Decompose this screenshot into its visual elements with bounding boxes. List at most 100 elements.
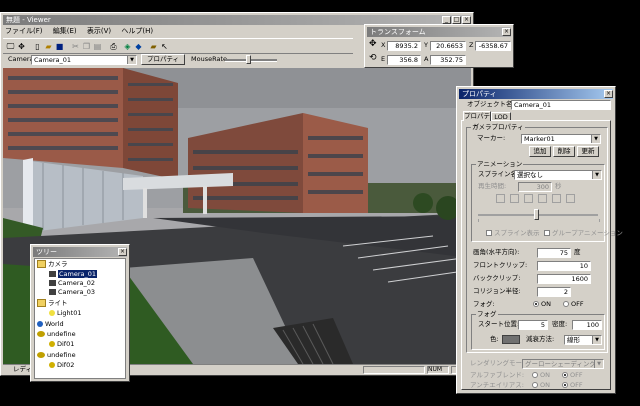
copy-icon[interactable]: ❐	[82, 42, 91, 51]
add-button[interactable]: 追加	[529, 146, 551, 157]
aa-off-dot[interactable]	[562, 382, 568, 388]
properties-titlebar[interactable]: プロパティ ×	[459, 89, 613, 99]
tree-item-undefine-2[interactable]: undefine	[37, 351, 76, 360]
tab-properties[interactable]: プロパティ	[463, 111, 491, 129]
play-button[interactable]	[524, 194, 533, 203]
marker-select[interactable]: Marker01 ▼	[521, 134, 601, 144]
object-name-field[interactable]: Camera_01	[511, 100, 611, 110]
monitor-icon[interactable]: 🖵	[6, 42, 15, 51]
menu-view[interactable]: 表示(V)	[87, 27, 111, 35]
cut-icon[interactable]: ✂	[71, 42, 80, 51]
fog-on-radio[interactable]: ON	[533, 300, 551, 309]
chevron-down-icon[interactable]: ▼	[594, 360, 603, 368]
pointer-icon[interactable]: ✥	[17, 42, 26, 51]
move-icon: ✥	[369, 39, 377, 49]
group-anim-checkbox[interactable]: グループアニメーション	[544, 229, 623, 238]
front-clip-field[interactable]: 10	[537, 261, 591, 271]
density-field[interactable]: 100	[572, 320, 602, 330]
chevron-down-icon[interactable]: ▼	[127, 56, 136, 64]
fog-color-swatch[interactable]	[502, 335, 520, 344]
chevron-down-icon[interactable]: ▼	[592, 336, 601, 344]
alpha-on-radio[interactable]: ON	[532, 371, 550, 380]
z-field[interactable]: -6358.67	[475, 41, 511, 51]
tree-item-camera-02[interactable]: Camera_02	[49, 279, 95, 288]
tree-titlebar[interactable]: ツリー ×	[33, 247, 127, 257]
menu-edit[interactable]: 編集(E)	[53, 27, 77, 35]
menu-file[interactable]: ファイル(F)	[5, 27, 43, 35]
alpha-on-dot[interactable]	[532, 372, 538, 378]
open-folder-icon[interactable]: ▰	[44, 42, 53, 51]
camera-select[interactable]: Camera_01 ▼	[31, 55, 137, 65]
update-button[interactable]: 更新	[577, 146, 599, 157]
y-field[interactable]: 20.6653	[430, 41, 466, 51]
time-slider[interactable]	[478, 209, 598, 220]
properties-close-button[interactable]: ×	[604, 90, 613, 98]
fog-on-radio-dot[interactable]	[533, 301, 539, 307]
group-anim-check[interactable]	[544, 230, 550, 236]
aa-on-radio[interactable]: ON	[532, 381, 550, 390]
attn-select[interactable]: 線形 ▼	[564, 335, 602, 345]
close-button[interactable]: ×	[462, 16, 471, 24]
tree-item-camera-01[interactable]: Camera_01	[49, 270, 98, 279]
mouserate-slider[interactable]	[225, 55, 277, 64]
x-field[interactable]: 8935.2	[387, 41, 421, 51]
tree-item-undefine-1[interactable]: undefine	[37, 330, 76, 339]
transform-titlebar[interactable]: トランスフォーム ×	[367, 27, 511, 37]
render-mode-select[interactable]: グーローシェーディング ▼	[522, 359, 604, 369]
tree-view[interactable]: カメラ Camera_01 Camera_02 Camera_03 ライト Li…	[34, 258, 126, 379]
transform-close-button[interactable]: ×	[502, 28, 511, 36]
tree-item-world[interactable]: World	[37, 320, 64, 329]
new-file-icon[interactable]: ▯	[33, 42, 42, 51]
fog-off-radio[interactable]: OFF	[563, 300, 584, 309]
mouserate-thumb[interactable]	[246, 55, 251, 64]
density-value: 100	[586, 321, 599, 329]
last-frame-button[interactable]	[566, 194, 575, 203]
properties-title: プロパティ	[462, 90, 497, 98]
spline-show-checkbox[interactable]: スプライン表示	[486, 229, 540, 238]
objects-icon[interactable]: ◆	[134, 42, 143, 51]
stop-button[interactable]	[538, 194, 547, 203]
alpha-off-radio[interactable]: OFF	[562, 371, 583, 380]
paste-icon[interactable]: ▤	[93, 42, 102, 51]
aa-on-dot[interactable]	[532, 382, 538, 388]
attn-label: 減衰方法:	[526, 335, 555, 343]
fog-off-radio-dot[interactable]	[563, 301, 569, 307]
a-field[interactable]: 352.75	[430, 55, 466, 65]
prev-button[interactable]	[510, 194, 519, 203]
spline-select[interactable]: 選択なし ▼	[514, 170, 602, 180]
playtime-label: 再生時間:	[478, 182, 507, 190]
back-clip-label: バッククリップ:	[473, 274, 521, 282]
spline-show-check[interactable]	[486, 230, 492, 236]
fog-label: フォグ:	[473, 300, 495, 308]
fov-field[interactable]: 75	[537, 248, 571, 258]
print-icon[interactable]: ⎙	[109, 42, 118, 51]
tree-item-label: Camera_03	[58, 288, 96, 296]
playtime-field[interactable]: 300	[518, 182, 552, 192]
e-field[interactable]: 356.8	[387, 55, 421, 65]
minimize-button[interactable]: _	[442, 16, 451, 24]
chevron-down-icon[interactable]: ▼	[592, 171, 601, 179]
back-clip-field[interactable]: 1600	[537, 274, 591, 284]
save-icon[interactable]: ■	[55, 42, 64, 51]
properties-button[interactable]: プロパティ	[141, 54, 185, 65]
alpha-off-dot[interactable]	[562, 372, 568, 378]
tree-item-light-folder[interactable]: ライト	[37, 299, 68, 308]
first-frame-button[interactable]	[496, 194, 505, 203]
folder-icon[interactable]: ▰	[149, 42, 158, 51]
delete-button[interactable]: 削除	[553, 146, 575, 157]
tree-item-dif01[interactable]: Dif01	[49, 340, 74, 349]
collision-field[interactable]: 2	[537, 287, 571, 297]
tree-item-camera-folder[interactable]: カメラ	[37, 260, 68, 269]
tree-item-dif02[interactable]: Dif02	[49, 361, 74, 370]
tree-item-camera-03[interactable]: Camera_03	[49, 288, 95, 297]
layers-icon[interactable]: ◈	[123, 42, 132, 51]
tree-close-button[interactable]: ×	[118, 248, 127, 256]
help-pointer-icon[interactable]: ↖	[160, 42, 169, 51]
aa-off-radio[interactable]: OFF	[562, 381, 583, 390]
chevron-down-icon[interactable]: ▼	[591, 135, 600, 143]
menu-help[interactable]: ヘルプ(H)	[121, 27, 153, 35]
next-button[interactable]	[552, 194, 561, 203]
maximize-button[interactable]: □	[452, 16, 461, 24]
start-field[interactable]: 5	[518, 320, 548, 330]
tree-item-light-01[interactable]: Light01	[49, 309, 82, 318]
